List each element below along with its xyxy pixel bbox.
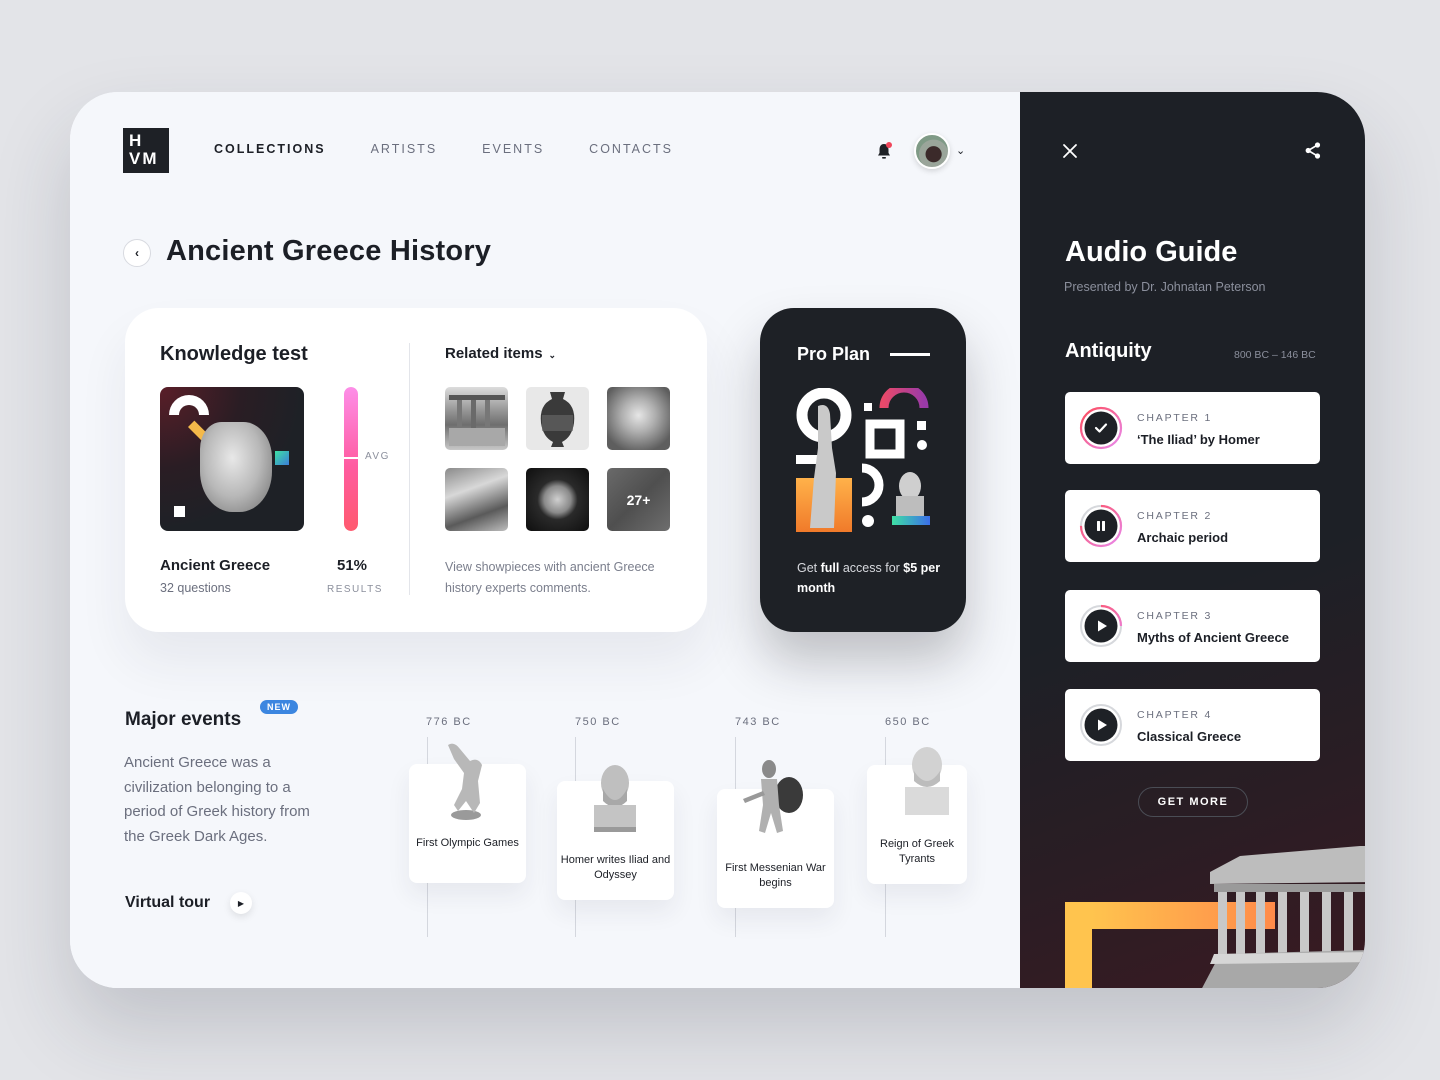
chapter-title: Myths of Ancient Greece xyxy=(1137,630,1289,645)
more-count: 27+ xyxy=(626,491,651,508)
knowledge-test-card: Knowledge test AVG Ancient Greece 32 que… xyxy=(125,308,707,632)
pro-plan-line xyxy=(890,353,930,356)
decor-square-white xyxy=(174,506,185,517)
test-result-label: RESULTS xyxy=(327,584,383,595)
play-icon: ▶ xyxy=(237,898,245,908)
statue-head-image xyxy=(200,422,272,512)
audio-guide-panel: Audio Guide Presented by Dr. Johnatan Pe… xyxy=(1020,92,1365,988)
chapter-label: CHAPTER 1 xyxy=(1137,412,1213,424)
related-thumb-caryatids[interactable] xyxy=(445,387,508,450)
get-more-button[interactable]: GET MORE xyxy=(1138,787,1248,817)
back-button[interactable]: ‹ xyxy=(123,239,151,267)
homer-bust-image xyxy=(594,765,636,832)
test-result-value: 51% xyxy=(337,557,368,574)
chapter-item[interactable]: CHAPTER 4 Classical Greece xyxy=(1065,689,1320,761)
pro-plan-text: Get full access for $5 per month xyxy=(797,561,941,595)
results-progress-bar xyxy=(344,387,358,531)
chapter-progress-ring[interactable] xyxy=(1078,503,1124,549)
discobolus-image xyxy=(448,743,482,820)
timeline-event-caption: Reign of Greek Tyrants xyxy=(880,838,954,865)
chevron-down-icon[interactable]: ⌄ xyxy=(956,144,965,157)
timeline-year: 750 BC xyxy=(575,716,621,728)
related-items-title: Related items xyxy=(445,345,543,362)
timeline-event-card[interactable]: First Olympic Games xyxy=(409,743,526,883)
timeline-year: 650 BC xyxy=(885,716,931,728)
chapter-title: Classical Greece xyxy=(1137,729,1242,744)
decor-square xyxy=(275,451,289,465)
logo[interactable]: H VM xyxy=(123,128,169,173)
knowledge-test-title: Knowledge test xyxy=(160,343,308,365)
timeline-year: 743 BC xyxy=(735,716,781,728)
chapter-item[interactable]: CHAPTER 3 Myths of Ancient Greece xyxy=(1065,590,1320,662)
results-progress-fill xyxy=(344,387,358,531)
section-title: Antiquity xyxy=(1065,340,1152,362)
timeline-event-card[interactable]: First Messenian War begins xyxy=(717,760,834,908)
test-name: Ancient Greece xyxy=(160,557,271,574)
chevron-left-icon: ‹ xyxy=(135,246,139,260)
virtual-tour-link[interactable]: Virtual tour xyxy=(125,894,210,912)
page-title: Ancient Greece History xyxy=(166,235,492,267)
nav-item-artists[interactable]: ARTISTS xyxy=(371,142,438,156)
timeline-event-card[interactable]: Reign of Greek Tyrants xyxy=(867,747,967,884)
app-window: H VM COLLECTIONS ARTISTS EVENTS CONTACTS… xyxy=(70,92,1365,988)
related-thumb-more[interactable]: 27+ xyxy=(607,468,670,531)
chapter-title: Archaic period xyxy=(1137,530,1229,545)
notification-dot xyxy=(886,142,892,148)
timeline-year: 776 BC xyxy=(426,716,472,728)
chapter-title: ‘The Iliad’ by Homer xyxy=(1137,432,1260,447)
share-icon[interactable] xyxy=(1305,142,1321,159)
major-events-description: Ancient Greece was a civilization belong… xyxy=(124,754,310,845)
related-thumb-laocoon[interactable] xyxy=(607,387,670,450)
chapter-label: CHAPTER 3 xyxy=(1137,610,1213,622)
timeline-event-caption: Homer writes Iliad and Odyssey xyxy=(560,854,671,881)
pro-plan-illustration xyxy=(796,388,930,532)
related-items-description: View showpieces with ancient Greece hist… xyxy=(445,560,655,595)
timeline-event-caption: First Messenian War begins xyxy=(725,862,826,889)
chapter-progress-ring[interactable] xyxy=(1078,702,1124,748)
nav-item-events[interactable]: EVENTS xyxy=(482,142,544,156)
avg-label: AVG xyxy=(365,450,390,462)
chapter-item[interactable]: CHAPTER 2 Archaic period xyxy=(1065,490,1320,562)
section-range: 800 BC – 146 BC xyxy=(1234,349,1316,361)
related-thumb-amphora[interactable] xyxy=(526,387,589,450)
divider xyxy=(409,343,410,595)
close-icon[interactable] xyxy=(1062,143,1078,159)
parthenon-image xyxy=(1202,846,1365,988)
nav-item-collections[interactable]: COLLECTIONS xyxy=(214,142,326,156)
new-badge: NEW xyxy=(260,700,298,714)
logo-line-2: VM xyxy=(129,149,159,168)
chapter-label: CHAPTER 2 xyxy=(1137,510,1213,522)
decor-arc xyxy=(169,395,209,415)
related-items-grid: 27+ xyxy=(445,387,670,531)
top-nav: COLLECTIONS ARTISTS EVENTS CONTACTS xyxy=(214,142,718,156)
nav-item-contacts[interactable]: CONTACTS xyxy=(589,142,673,156)
knowledge-test-image[interactable] xyxy=(160,387,304,531)
chapter-progress-ring[interactable] xyxy=(1078,405,1124,451)
avg-marker xyxy=(344,456,358,459)
main-panel: H VM COLLECTIONS ARTISTS EVENTS CONTACTS… xyxy=(70,92,1020,988)
chapter-item[interactable]: CHAPTER 1 ‘The Iliad’ by Homer xyxy=(1065,392,1320,464)
audio-guide-presenter: Presented by Dr. Johnatan Peterson xyxy=(1064,280,1266,294)
audio-guide-title: Audio Guide xyxy=(1065,236,1238,268)
related-thumb-painting[interactable] xyxy=(445,468,508,531)
chapter-label: CHAPTER 4 xyxy=(1137,709,1213,721)
avatar[interactable] xyxy=(914,133,950,169)
chevron-down-icon: ⌄ xyxy=(548,350,557,360)
major-events-title: Major events xyxy=(125,709,242,730)
philosopher-bust-image xyxy=(905,747,949,815)
related-items-dropdown[interactable]: Related items ⌄ xyxy=(445,345,556,362)
related-thumb-golden-mask[interactable] xyxy=(526,468,589,531)
timeline-event-caption: First Olympic Games xyxy=(416,837,519,849)
timeline-event-card[interactable]: Homer writes Iliad and Odyssey xyxy=(557,765,674,900)
chapter-progress-ring[interactable] xyxy=(1078,603,1124,649)
pro-plan-title: Pro Plan xyxy=(797,344,871,364)
spartan-warrior-image xyxy=(743,760,803,833)
logo-line-1: H xyxy=(129,131,144,150)
test-question-count: 32 questions xyxy=(160,581,231,595)
pro-plan-card[interactable]: Pro Plan Get full access for $5 per mont… xyxy=(760,308,966,632)
virtual-tour-play-button[interactable]: ▶ xyxy=(230,892,252,914)
